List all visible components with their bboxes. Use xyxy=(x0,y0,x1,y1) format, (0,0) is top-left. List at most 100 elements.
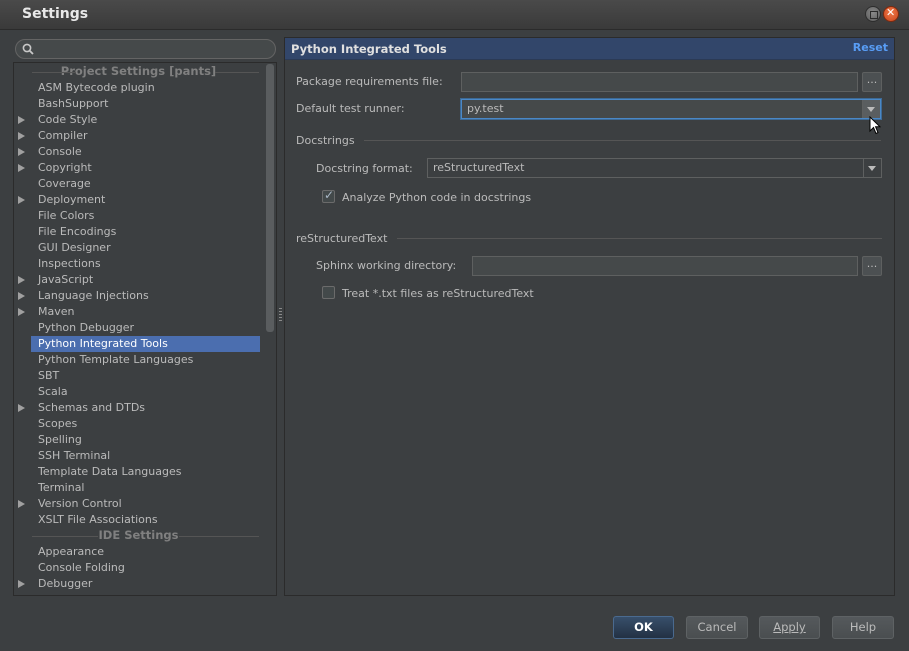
expand-arrow-icon[interactable] xyxy=(18,404,25,412)
test-runner-dropdown[interactable]: py.test xyxy=(461,99,881,119)
tree-item-label: Spelling xyxy=(38,433,82,446)
tree-item[interactable]: File Colors xyxy=(31,208,260,224)
tree-item-label: Scala xyxy=(38,385,68,398)
tree-item-label: Scopes xyxy=(38,417,78,430)
treat-txt-checkbox[interactable] xyxy=(322,286,335,299)
tree-item-label: BashSupport xyxy=(38,97,109,110)
tree-item[interactable]: XSLT File Associations xyxy=(31,512,260,528)
package-requirements-field[interactable] xyxy=(461,72,858,92)
tree-item-label: Schemas and DTDs xyxy=(38,401,146,414)
window-titlebar: Settings xyxy=(0,0,909,30)
expand-arrow-icon[interactable] xyxy=(18,580,25,588)
tree-item[interactable]: ASM Bytecode plugin xyxy=(31,80,260,96)
ok-button[interactable]: OK xyxy=(613,616,674,639)
tree-item-label: Inspections xyxy=(38,257,101,270)
settings-panel: Python Integrated Tools Reset Package re… xyxy=(284,37,895,596)
tree-item[interactable]: Version Control xyxy=(18,496,260,512)
tree-item[interactable]: Scala xyxy=(31,384,260,400)
chevron-down-icon[interactable] xyxy=(863,159,881,177)
tree-item-label: File Colors xyxy=(38,209,95,222)
tree-item[interactable]: Copyright xyxy=(18,160,260,176)
tree-scrollbar[interactable] xyxy=(266,64,274,332)
docstring-format-value: reStructuredText xyxy=(433,161,525,174)
tree-item-label: Debugger xyxy=(38,577,93,590)
tree-item[interactable]: GUI Designer xyxy=(31,240,260,256)
settings-search-input[interactable] xyxy=(15,39,276,59)
tree-item[interactable]: Template Data Languages xyxy=(31,464,260,480)
tree-item-label: Deployment xyxy=(38,193,106,206)
analyze-docstrings-label: Analyze Python code in docstrings xyxy=(342,191,532,204)
tree-item[interactable]: Console xyxy=(18,144,260,160)
restructuredtext-section-label: reStructuredText xyxy=(296,232,388,245)
treat-txt-label: Treat *.txt files as reStructuredText xyxy=(342,287,534,300)
expand-arrow-icon[interactable] xyxy=(18,148,25,156)
tree-item[interactable]: Code Style xyxy=(18,112,260,128)
expand-arrow-icon[interactable] xyxy=(18,308,25,316)
docstrings-divider xyxy=(364,140,881,141)
tree-item[interactable]: Python Integrated Tools xyxy=(31,336,260,352)
docstring-format-dropdown[interactable]: reStructuredText xyxy=(427,158,882,178)
tree-item[interactable]: Compiler xyxy=(18,128,260,144)
reset-link[interactable]: Reset xyxy=(853,41,888,54)
restructuredtext-divider xyxy=(397,238,882,239)
tree-item-label: Python Template Languages xyxy=(38,353,194,366)
tree-item[interactable]: Python Template Languages xyxy=(31,352,260,368)
tree-item[interactable]: Appearance xyxy=(31,544,260,560)
tree-item[interactable]: Console Folding xyxy=(31,560,260,576)
tree-item[interactable]: JavaScript xyxy=(18,272,260,288)
close-icon[interactable] xyxy=(883,6,899,22)
tree-item-label: Maven xyxy=(38,305,75,318)
expand-arrow-icon[interactable] xyxy=(18,500,25,508)
tree-item-label: ASM Bytecode plugin xyxy=(38,81,155,94)
tree-item-label: GUI Designer xyxy=(38,241,111,254)
settings-tree: Project Settings [pants] ASM Bytecode pl… xyxy=(13,62,277,596)
expand-arrow-icon[interactable] xyxy=(18,292,25,300)
tree-item[interactable]: Inspections xyxy=(31,256,260,272)
cancel-button[interactable]: Cancel xyxy=(686,616,748,639)
tree-item-label: SBT xyxy=(38,369,60,382)
sphinx-dir-browse-button[interactable]: ... xyxy=(862,256,882,276)
search-icon xyxy=(22,43,34,55)
panel-title: Python Integrated Tools xyxy=(291,42,447,56)
tree-item-label: Console Folding xyxy=(38,561,125,574)
tree-item[interactable]: Deployment xyxy=(18,192,260,208)
expand-arrow-icon[interactable] xyxy=(18,164,25,172)
tree-item[interactable]: Language Injections xyxy=(18,288,260,304)
mouse-cursor-icon xyxy=(869,116,881,135)
package-requirements-browse-button[interactable]: ... xyxy=(862,72,882,92)
sphinx-dir-label: Sphinx working directory: xyxy=(316,259,457,272)
tree-item-label: Coverage xyxy=(38,177,91,190)
tree-item[interactable]: Scopes xyxy=(31,416,260,432)
tree-item[interactable]: File Encodings xyxy=(31,224,260,240)
tree-item[interactable]: Terminal xyxy=(31,480,260,496)
help-button[interactable]: Help xyxy=(832,616,894,639)
apply-button[interactable]: Apply xyxy=(759,616,820,639)
test-runner-label: Default test runner: xyxy=(296,102,405,115)
package-requirements-label: Package requirements file: xyxy=(296,75,443,88)
expand-arrow-icon[interactable] xyxy=(18,196,25,204)
ide-settings-header: IDE Settings xyxy=(18,528,259,544)
tree-item-label: Python Debugger xyxy=(38,321,135,334)
tree-item-label: Template Data Languages xyxy=(38,465,182,478)
sphinx-dir-field[interactable] xyxy=(472,256,858,276)
tree-item[interactable]: BashSupport xyxy=(31,96,260,112)
tree-item[interactable]: Python Debugger xyxy=(31,320,260,336)
expand-arrow-icon[interactable] xyxy=(18,116,25,124)
tree-item[interactable]: SSH Terminal xyxy=(31,448,260,464)
tree-item[interactable]: Coverage xyxy=(31,176,260,192)
tree-item[interactable]: Spelling xyxy=(31,432,260,448)
analyze-docstrings-checkbox[interactable] xyxy=(322,188,335,203)
expand-arrow-icon[interactable] xyxy=(18,276,25,284)
tree-item[interactable]: Maven xyxy=(18,304,260,320)
tree-item[interactable]: Debugger xyxy=(18,576,260,592)
window-title: Settings xyxy=(22,6,89,22)
tree-item-label: Appearance xyxy=(38,545,105,558)
tree-item-label: Code Style xyxy=(38,113,98,126)
splitter-handle[interactable] xyxy=(279,308,282,322)
maximize-icon[interactable] xyxy=(865,6,881,22)
test-runner-value: py.test xyxy=(467,102,504,115)
expand-arrow-icon[interactable] xyxy=(18,132,25,140)
tree-item[interactable]: SBT xyxy=(31,368,260,384)
tree-item[interactable]: Schemas and DTDs xyxy=(18,400,260,416)
tree-item-label: JavaScript xyxy=(38,273,94,286)
